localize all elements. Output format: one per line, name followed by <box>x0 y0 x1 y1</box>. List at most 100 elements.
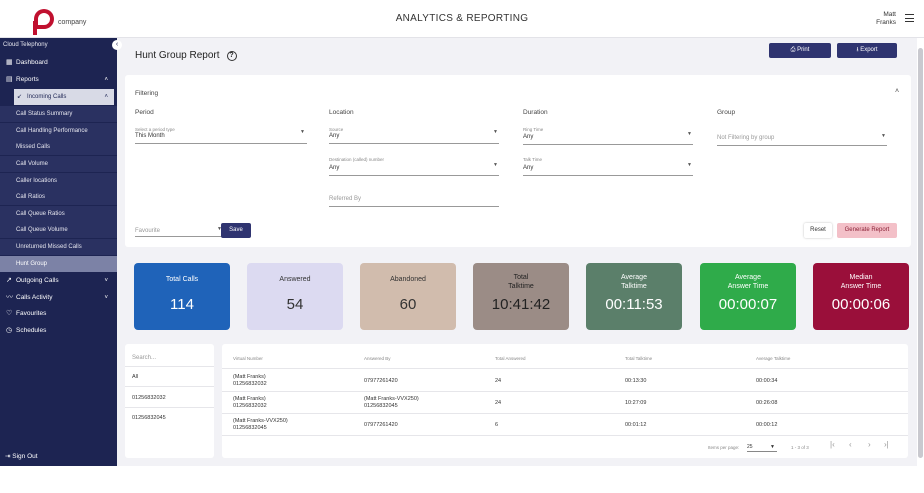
stat-card: Abandoned 60 <box>360 263 456 330</box>
sidebar-subitem-missed-calls[interactable]: Missed Calls <box>0 139 117 155</box>
export-button[interactable]: ⭳ Export <box>837 43 897 58</box>
favourite-select[interactable]: Favourite <box>135 228 160 234</box>
sidebar-subitem-hunt-group[interactable]: Hunt Group <box>0 256 117 272</box>
stat-card: Answered 54 <box>247 263 343 330</box>
sidebar-subitem-call-volume[interactable]: Call Volume <box>0 156 117 172</box>
help-icon[interactable]: ? <box>226 50 237 61</box>
sidebar: Cloud Telephony ‹ ▦ Dashboard ▤ Reports … <box>0 38 122 466</box>
sidebar-item-favourites[interactable]: ♡ Favourites <box>0 306 117 322</box>
sidebar-subitem-call-ratios[interactable]: Call Ratios <box>0 189 117 205</box>
page-title: Hunt Group Report ? <box>135 50 237 61</box>
referred-by-input[interactable]: Referred By <box>329 196 361 202</box>
destination-select[interactable]: Any <box>329 165 339 171</box>
group-heading: Group <box>717 109 736 116</box>
group-underline <box>717 145 887 146</box>
next-page-icon[interactable]: › <box>868 441 871 449</box>
sign-out-button[interactable]: ⇥ Sign Out <box>5 452 38 460</box>
sidebar-subitem-call-queue-volume[interactable]: Call Queue Volume <box>0 222 117 238</box>
sidebar-item-dashboard[interactable]: ▦ Dashboard <box>0 55 117 71</box>
collapse-sidebar-icon[interactable]: ‹ <box>112 40 122 50</box>
search-list-item[interactable]: All <box>132 374 138 381</box>
page-size-select[interactable]: 25 ▼ <box>747 444 777 452</box>
page-size-dropdown-icon: ▼ <box>770 444 775 450</box>
first-page-icon[interactable]: |‹ <box>830 441 835 449</box>
cell-total-talktime: 00:01:12 <box>625 422 647 428</box>
stat-value: 54 <box>286 296 304 313</box>
print-label: Print <box>797 47 810 53</box>
pagination-range: 1 - 3 of 3 <box>791 445 809 450</box>
destination-label: Destination (called) number <box>329 157 385 162</box>
sidebar-item-schedules[interactable]: ◷ Schedules <box>0 323 117 339</box>
sidebar-item-outgoing-calls[interactable]: ↗ Outgoing Calls ˅ <box>0 273 117 289</box>
sidebar-item-label: Dashboard <box>16 59 48 66</box>
collapse-filter-icon[interactable]: ˄ <box>895 88 899 95</box>
cell-answered-by: 07977261420 <box>364 422 398 428</box>
stat-title: Average Answer Time <box>727 274 769 290</box>
sidebar-item-calls-activity[interactable]: 〰 Calls Activity ˅ <box>0 290 117 306</box>
sidebar-item-label: Reports <box>16 76 39 83</box>
cell-average-talktime: 00:00:34 <box>756 378 778 384</box>
sidebar-item-reports[interactable]: ▤ Reports ˄ <box>0 72 117 88</box>
search-list-item[interactable]: 01256832045 <box>132 415 166 422</box>
column-header-virtual-number[interactable]: Virtual Number <box>233 356 263 361</box>
scrollbar-thumb[interactable] <box>918 48 923 458</box>
column-header-total-answered[interactable]: Total Answered <box>495 356 526 361</box>
print-button[interactable]: ⎙ Print <box>769 43 831 58</box>
app-title: ANALYTICS & REPORTING <box>395 13 529 24</box>
sidebar-item-incoming-calls[interactable]: ↙ Incoming Calls ˄ <box>14 89 114 105</box>
referred-by-underline <box>329 206 499 207</box>
period-type-select[interactable]: This Month <box>135 133 165 139</box>
last-page-icon[interactable]: ›| <box>884 441 889 449</box>
arrow-outgoing-icon: ↗ <box>6 277 12 284</box>
sidebar-subitem-call-status-summary[interactable]: Call Status Summary <box>0 106 117 122</box>
sidebar-subitem-label: Call Queue Volume <box>16 227 68 233</box>
scrollbar[interactable] <box>917 38 924 466</box>
stat-title: Average Talktime <box>621 274 647 290</box>
download-icon: ⭳ <box>856 47 859 53</box>
column-header-answered-by[interactable]: Answered By <box>364 356 391 361</box>
save-button[interactable]: Save <box>221 223 251 238</box>
cell-virtual-number: 01256832045 <box>233 424 267 431</box>
cell-total-answered: 24 <box>495 378 502 384</box>
sidebar-subitem-unreturned-missed-calls[interactable]: Unreturned Missed Calls <box>0 239 117 255</box>
arrow-incoming-icon: ↙ <box>17 94 23 100</box>
previous-page-icon[interactable]: ‹ <box>849 441 852 449</box>
cell-answered-by: 07977261420 <box>364 378 398 384</box>
talk-time-select[interactable]: Any <box>523 165 533 171</box>
stat-value: 114 <box>170 296 194 313</box>
chevron-down-icon: ˅ <box>104 278 108 284</box>
talk-time-underline <box>523 175 693 176</box>
talk-time-label: Talk Time <box>523 157 543 162</box>
source-select[interactable]: Any <box>329 133 339 139</box>
sidebar-subitem-caller-locations[interactable]: Caller locations <box>0 173 117 189</box>
hamburger-menu-icon[interactable] <box>905 14 914 22</box>
activity-icon: 〰 <box>6 294 13 301</box>
cell-virtual-name: (Matt Franks-VVX250) <box>233 418 288 424</box>
sidebar-heading: Cloud Telephony <box>3 42 48 48</box>
sidebar-subitem-label: Call Ratios <box>16 194 46 200</box>
ring-time-dropdown-icon[interactable]: ▼ <box>687 131 692 137</box>
search-list-item[interactable]: 01256832032 <box>132 395 166 402</box>
generate-report-button[interactable]: Generate Report <box>837 223 897 238</box>
column-header-total-talktime[interactable]: Total Talktime <box>625 356 652 361</box>
sidebar-item-label: Incoming Calls <box>27 94 67 100</box>
destination-dropdown-icon[interactable]: ▼ <box>493 162 498 168</box>
sidebar-subitem-call-handling-performance[interactable]: Call Handling Performance <box>0 123 117 139</box>
ring-time-select[interactable]: Any <box>523 134 533 140</box>
search-input[interactable]: Search... <box>132 355 156 361</box>
items-per-page-label: Items per page: <box>708 445 740 450</box>
location-heading: Location <box>329 109 354 116</box>
talk-time-dropdown-icon[interactable]: ▼ <box>687 162 692 168</box>
user-name[interactable]: Matt Franks <box>876 11 896 27</box>
reset-button[interactable]: Reset <box>804 223 832 238</box>
column-header-average-talktime[interactable]: Average Talktime <box>756 356 790 361</box>
group-select[interactable]: Not Filtering by group <box>717 135 774 141</box>
period-dropdown-icon[interactable]: ▼ <box>300 129 305 135</box>
source-dropdown-icon[interactable]: ▼ <box>493 129 498 135</box>
stat-title: Answered <box>279 276 311 283</box>
user-last-name: Franks <box>876 19 896 26</box>
stat-title: Abandoned <box>390 276 426 283</box>
group-dropdown-icon[interactable]: ▼ <box>881 133 886 139</box>
sidebar-subitem-label: Call Handling Performance <box>16 128 88 134</box>
sidebar-subitem-call-queue-ratios[interactable]: Call Queue Ratios <box>0 206 117 222</box>
